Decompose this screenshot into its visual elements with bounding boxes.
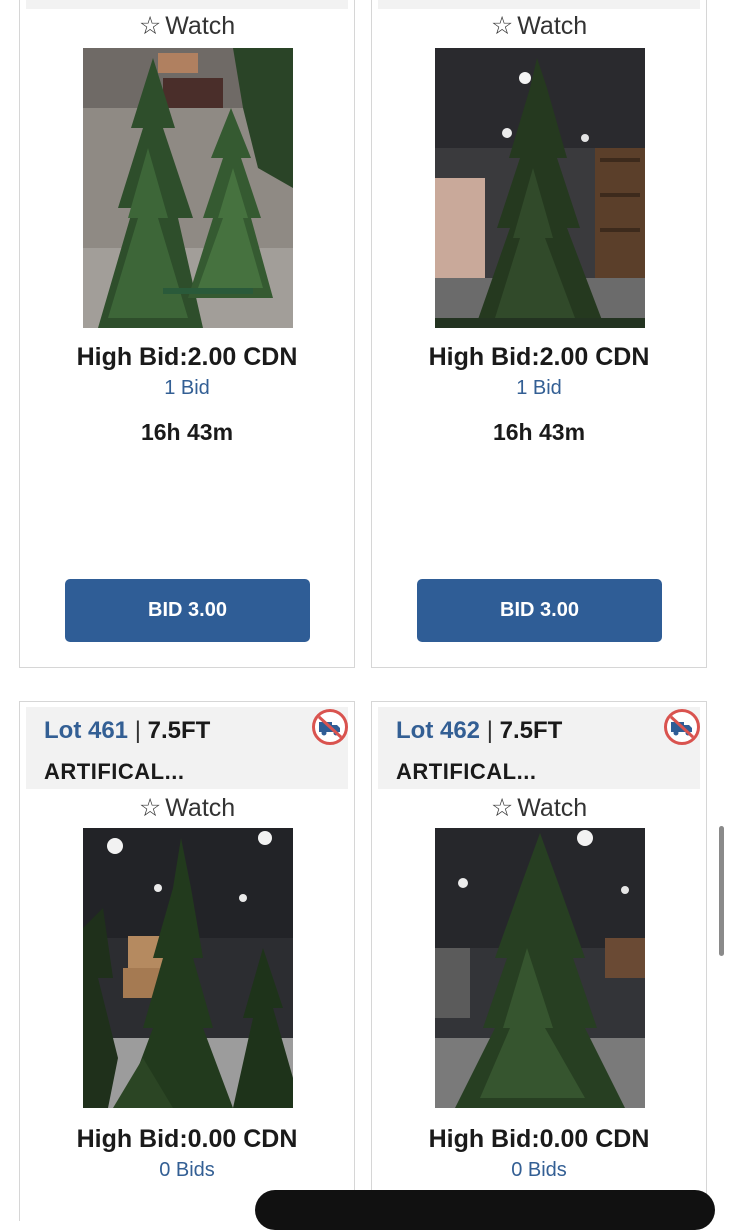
lot-size: 7.5FT xyxy=(147,717,211,744)
high-bid: High Bid:2.00 CDN xyxy=(76,343,298,371)
star-outline-icon: ☆ xyxy=(138,12,162,40)
bottom-toolbar[interactable] xyxy=(255,1190,715,1230)
bid-count-link[interactable]: 1 Bid xyxy=(372,377,706,400)
lot-title[interactable]: ARTIFICAL... xyxy=(44,759,184,785)
bid-count-link[interactable]: 1 Bid xyxy=(20,377,354,400)
lot-photo[interactable] xyxy=(435,48,645,328)
card-header-remnant xyxy=(26,0,348,9)
lot-heading: Lot 462 | 7.5FT xyxy=(396,717,562,745)
separator: | xyxy=(134,717,141,744)
lot-photo-image xyxy=(435,48,645,328)
lot-photo[interactable] xyxy=(435,828,645,1108)
lot-photo-image xyxy=(435,828,645,1108)
no-shipping-truck-icon xyxy=(664,709,700,745)
bid-count-link[interactable]: 0 Bids xyxy=(20,1159,354,1182)
star-outline-icon: ☆ xyxy=(138,794,162,822)
high-bid: High Bid:0.00 CDN xyxy=(428,1125,650,1153)
star-outline-icon: ☆ xyxy=(490,12,514,40)
high-bid: High Bid:0.00 CDN xyxy=(76,1125,298,1153)
lot-size: 7.5FT xyxy=(499,717,563,744)
lot-card: ☆ Watch High Bid:2.00 CDN 1 Bid 16h 43m B… xyxy=(19,0,355,668)
watch-button[interactable]: ☆ Watch xyxy=(372,11,706,41)
no-shipping-truck-icon xyxy=(312,709,348,745)
lot-card-header: Lot 462 | 7.5FT ARTIFICAL... xyxy=(378,707,700,789)
lot-photo[interactable] xyxy=(83,48,293,328)
scrollbar[interactable] xyxy=(719,826,724,956)
time-remaining: 16h 43m xyxy=(492,419,586,445)
lot-photo[interactable] xyxy=(83,828,293,1108)
high-bid: High Bid:2.00 CDN xyxy=(428,343,650,371)
watch-button[interactable]: ☆ Watch xyxy=(372,793,706,823)
card-header-remnant xyxy=(378,0,700,9)
time-remaining: 16h 43m xyxy=(140,419,234,445)
watch-button[interactable]: ☆ Watch xyxy=(20,793,354,823)
lot-number-link[interactable]: Lot 461 xyxy=(44,717,128,744)
bid-button[interactable]: BID 3.00 xyxy=(65,579,310,642)
watch-button[interactable]: ☆ Watch xyxy=(20,11,354,41)
lot-heading: Lot 461 | 7.5FT xyxy=(44,717,210,745)
lot-card: ☆ Watch High Bid:2.00 CDN 1 Bid 16h 43m B… xyxy=(371,0,707,668)
separator: | xyxy=(486,717,493,744)
lot-title[interactable]: ARTIFICAL... xyxy=(396,759,536,785)
lot-photo-image xyxy=(83,828,293,1108)
lot-photo-image xyxy=(83,48,293,328)
lot-card: Lot 462 | 7.5FT ARTIFICAL... ☆ Watch Hig… xyxy=(371,701,707,1221)
lot-card: Lot 461 | 7.5FT ARTIFICAL... ☆ Watch Hig… xyxy=(19,701,355,1221)
star-outline-icon: ☆ xyxy=(490,794,514,822)
bid-count-link[interactable]: 0 Bids xyxy=(372,1159,706,1182)
bid-button[interactable]: BID 3.00 xyxy=(417,579,662,642)
lot-number-link[interactable]: Lot 462 xyxy=(396,717,480,744)
lot-card-header: Lot 461 | 7.5FT ARTIFICAL... xyxy=(26,707,348,789)
